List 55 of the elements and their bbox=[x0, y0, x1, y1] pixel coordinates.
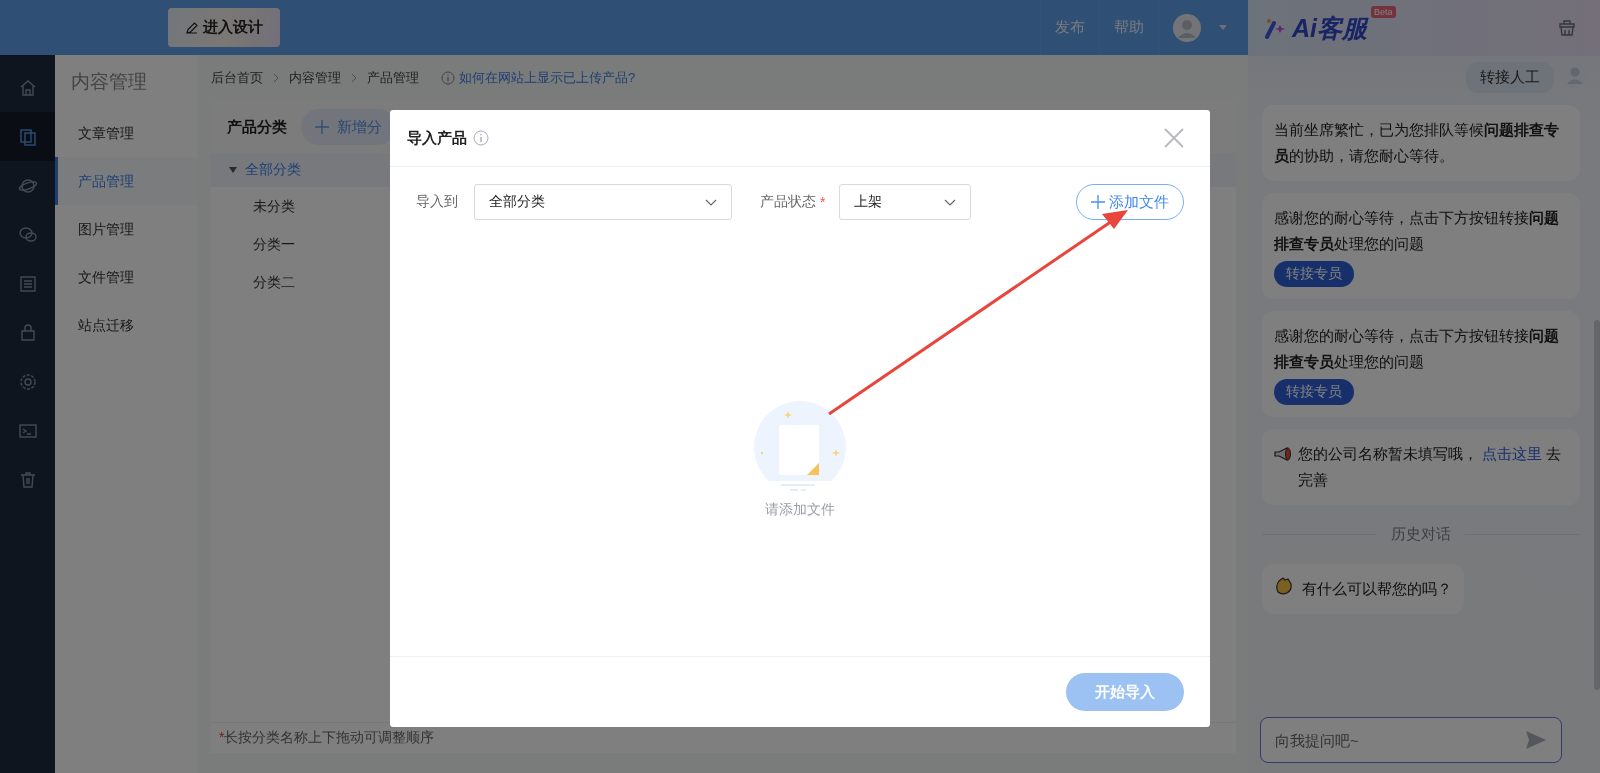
breadcrumb-link[interactable]: 内容管理 bbox=[289, 69, 341, 87]
enter-design-button[interactable]: 进入设计 bbox=[168, 8, 280, 47]
message-text: 您的公司名称暂未填写哦， 点击这里 去完善 bbox=[1298, 444, 1563, 490]
sidebar-item[interactable]: 文件管理 bbox=[55, 253, 197, 301]
history-divider-label: 历史对话 bbox=[1391, 525, 1451, 544]
logo-text: Ai客服 bbox=[1292, 12, 1367, 44]
user-message: 转接人工 bbox=[1466, 62, 1554, 93]
complete-link[interactable]: 点击这里 bbox=[1482, 445, 1543, 462]
breadcrumb-link[interactable]: 后台首页 bbox=[211, 69, 263, 87]
chevron-down-icon bbox=[944, 198, 957, 206]
info-icon bbox=[441, 71, 455, 85]
status-select[interactable]: 上架 bbox=[839, 184, 972, 220]
category-select[interactable]: 全部分类 bbox=[474, 184, 732, 220]
message-text: 感谢您的耐心等待，点击下方按钮转接问题排查专员处理您的问题 bbox=[1274, 326, 1560, 372]
pencil-icon bbox=[185, 20, 199, 35]
chat-bubbles-icon bbox=[17, 224, 38, 245]
copy-icon bbox=[17, 126, 38, 147]
panel-title: 产品分类 bbox=[227, 117, 287, 137]
field-label: 导入到 bbox=[416, 193, 458, 211]
required-mark: * bbox=[219, 729, 225, 745]
transfer-button[interactable]: 转接专员 bbox=[1274, 379, 1354, 405]
breadcrumb-link[interactable]: 产品管理 bbox=[367, 69, 419, 87]
chevron-icon bbox=[273, 73, 279, 83]
beta-badge: Beta bbox=[1371, 5, 1396, 18]
message-text: 当前坐席繁忙，已为您排队等候问题排查专员的协助，请您耐心等待。 bbox=[1274, 120, 1560, 166]
close-icon[interactable] bbox=[1164, 128, 1184, 148]
caret-icon[interactable] bbox=[1219, 25, 1227, 30]
avatar-icon[interactable] bbox=[1173, 13, 1201, 42]
chevron-down-icon bbox=[705, 198, 717, 206]
rail-item[interactable] bbox=[0, 112, 55, 161]
message-text: 有什么可以帮您的吗？ bbox=[1302, 580, 1453, 597]
list-icon bbox=[17, 273, 38, 294]
plus-icon bbox=[315, 120, 329, 134]
required-mark: * bbox=[820, 194, 826, 210]
megaphone-icon bbox=[1274, 447, 1292, 461]
plus-icon bbox=[1091, 195, 1105, 209]
add-file-button[interactable]: 添加文件 bbox=[1076, 184, 1184, 220]
sidebar-item[interactable]: 产品管理 bbox=[55, 157, 197, 205]
chat-input[interactable]: 向我提问吧~ bbox=[1260, 717, 1562, 763]
info-icon bbox=[473, 130, 489, 146]
caret-icon[interactable] bbox=[229, 166, 237, 174]
sidebar-item[interactable]: 图片管理 bbox=[55, 205, 197, 253]
message-text: 感谢您的耐心等待，点击下方按钮转接问题排查专员处理您的问题 bbox=[1274, 208, 1560, 254]
empty-state-text: 请添加文件 bbox=[765, 501, 835, 519]
transfer-button[interactable]: 转接专员 bbox=[1274, 261, 1354, 287]
hint-text: 长按分类名称上下拖动可调整顺序 bbox=[224, 729, 435, 745]
send-icon[interactable] bbox=[1526, 731, 1546, 749]
chevron-icon bbox=[351, 73, 357, 83]
gear-icon bbox=[17, 371, 38, 392]
help-link[interactable]: 如何在网站上显示已上传产品? bbox=[459, 69, 636, 87]
sidebar-item[interactable]: 文章管理 bbox=[55, 109, 197, 157]
dialog-title: 导入产品 bbox=[407, 128, 467, 148]
sidebar-item[interactable]: 站点迁移 bbox=[55, 301, 197, 349]
field-label: 产品状态 bbox=[760, 193, 816, 211]
sidebar-title: 内容管理 bbox=[70, 70, 148, 94]
